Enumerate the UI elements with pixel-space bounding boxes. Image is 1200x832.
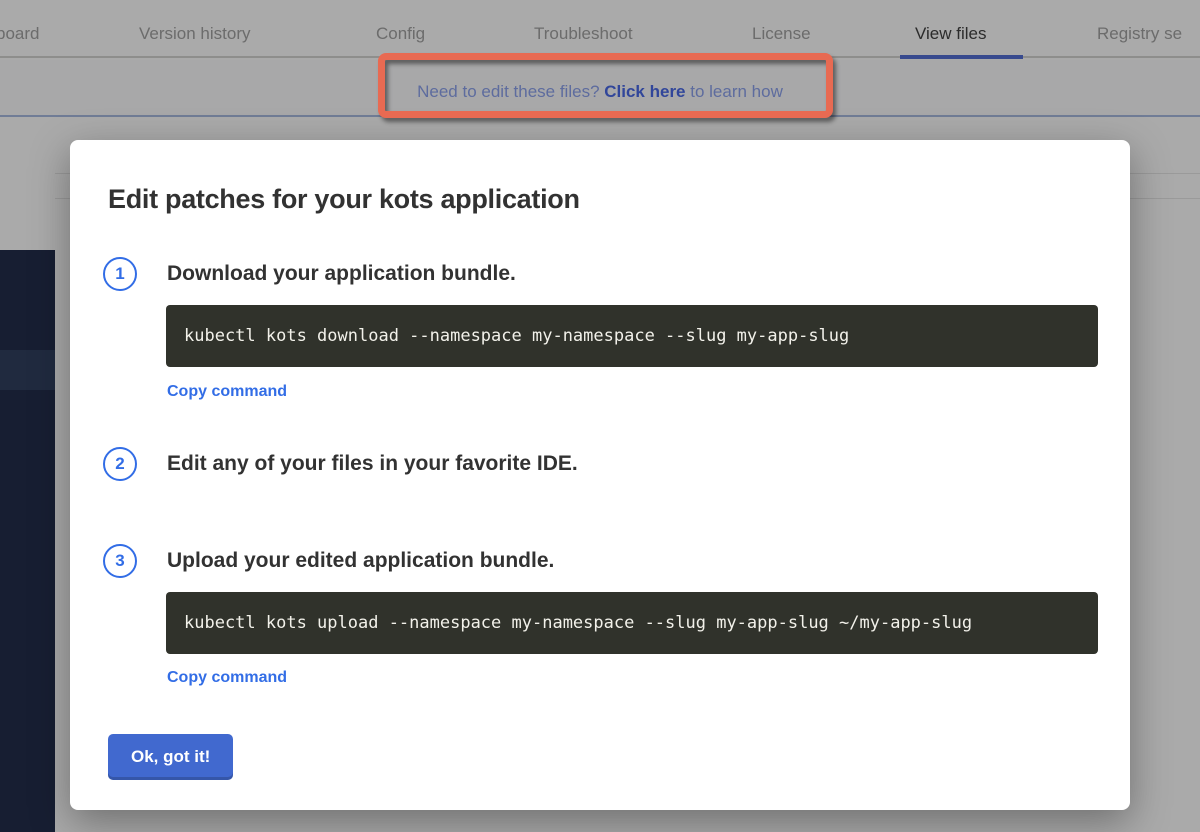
step-3-badge: 3 bbox=[103, 544, 137, 578]
upload-command-code-block: kubectl kots upload --namespace my-names… bbox=[166, 592, 1098, 654]
ok-got-it-button[interactable]: Ok, got it! bbox=[108, 734, 233, 780]
step-1-badge: 1 bbox=[103, 257, 137, 291]
copy-upload-command-link[interactable]: Copy command bbox=[167, 669, 287, 687]
download-command-code-block: kubectl kots download --namespace my-nam… bbox=[166, 305, 1098, 367]
step-3-text: Upload your edited application bundle. bbox=[167, 549, 554, 573]
modal-title: Edit patches for your kots application bbox=[108, 184, 580, 215]
step-2-text: Edit any of your files in your favorite … bbox=[167, 452, 578, 476]
step-1-text: Download your application bundle. bbox=[167, 262, 516, 286]
edit-patches-modal: Edit patches for your kots application 1… bbox=[70, 140, 1130, 810]
kots-admin-screen: board Version history Config Troubleshoo… bbox=[0, 0, 1200, 832]
step-2-badge: 2 bbox=[103, 447, 137, 481]
copy-download-command-link[interactable]: Copy command bbox=[167, 383, 287, 401]
